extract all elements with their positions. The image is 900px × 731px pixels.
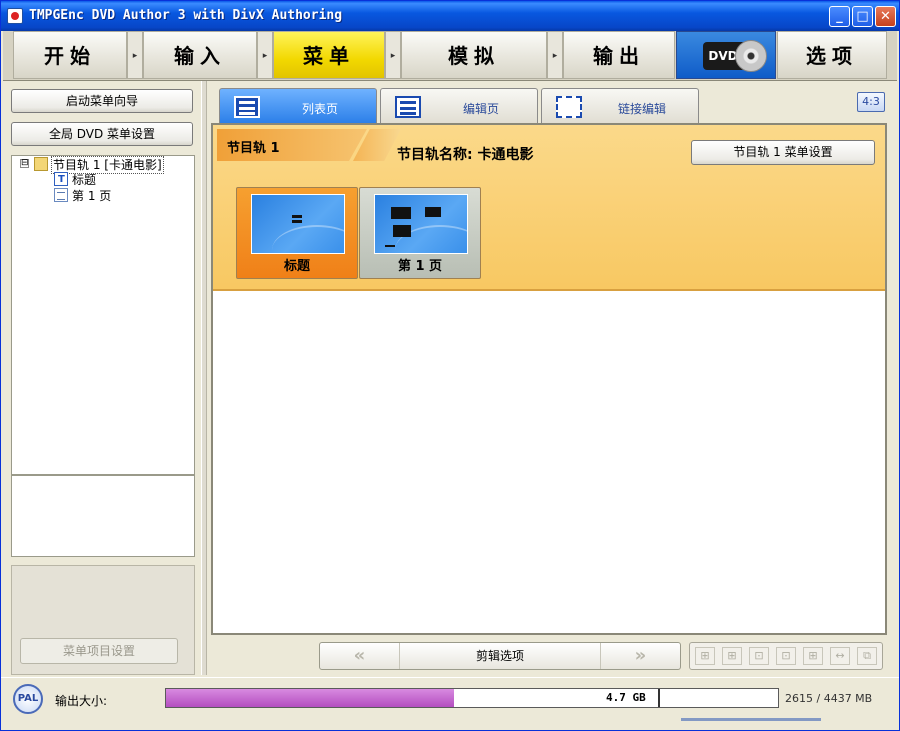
tab-label: 列表页 (302, 102, 339, 116)
next-button[interactable]: » (600, 643, 680, 669)
tree-item-label: 标题 (72, 173, 97, 187)
collapse-icon[interactable]: ⊟ (20, 159, 29, 168)
output-size-label: 输出大小: (55, 694, 108, 708)
menu-item-settings-button[interactable]: 菜单项目设置 (20, 638, 178, 664)
page-icon (54, 188, 68, 202)
tree-item-title[interactable]: 标题 (54, 172, 97, 188)
item-settings-area: 菜单项目设置 (11, 565, 195, 675)
tab-label: 编辑页 (463, 102, 500, 116)
track-menu-settings-button[interactable]: 节目轨 1 菜单设置 (691, 140, 875, 165)
tab-edit-page[interactable]: 编辑页 (380, 88, 538, 124)
track-tag-label: 节目轨 1 (227, 141, 280, 156)
app-window: TMPGEnc DVD Author 3 with DivX Authoring… (0, 0, 900, 731)
menu-list-panel: 节目轨 1 节目轨名称: 卡通电影 节目轨 1 菜单设置 标题 第 1 页 (211, 123, 887, 635)
layout-tools: ⊞ ⊞ ⊡ ⊡ ⊞ ↔ ⧉ (689, 642, 883, 670)
output-size-fill (166, 689, 454, 707)
capacity-label: 4.7 GB (606, 691, 646, 704)
step-menu[interactable]: 菜单 (273, 31, 385, 79)
step-navigation: 开始 ▸ 输入 ▸ 菜单 ▸ 模拟 ▸ 输出 DVD 选项 (3, 31, 897, 81)
folder-icon (34, 157, 48, 171)
step-arrow-icon: ▸ (127, 31, 143, 79)
disc-icon (735, 40, 767, 72)
pal-format-button[interactable]: PAL (13, 684, 43, 714)
track-name: 节目轨名称: 卡通电影 (397, 147, 534, 163)
tab-label: 链接编辑 (618, 102, 667, 116)
link-expand-icon (556, 96, 582, 118)
split-icon[interactable]: ⊞ (803, 647, 823, 665)
output-size-bar: 4.7 GB (165, 688, 779, 708)
title-icon (54, 172, 68, 188)
tree-item-label: 第 1 页 (72, 189, 112, 203)
window-title: TMPGEnc DVD Author 3 with DivX Authoring (29, 8, 343, 23)
step-options[interactable]: 选项 (777, 31, 887, 79)
thumbnail-label: 第 1 页 (397, 259, 443, 274)
clip-options-button[interactable]: 剪辑选项 (400, 643, 600, 669)
capacity-marker (658, 689, 660, 707)
minimize-button[interactable]: _ (829, 6, 850, 27)
tree-item-page-1[interactable]: 第 1 页 (54, 188, 112, 204)
clip-nav-bar: « 剪辑选项 » (319, 642, 681, 670)
duplicate-icon[interactable]: ⧉ (857, 647, 877, 665)
aspect-ratio-button[interactable]: 4:3 (857, 92, 885, 112)
status-bar: PAL 输出大小: 4.7 GB 2615 / 4437 MB (1, 677, 899, 730)
menu-wizard-button[interactable]: 启动菜单向导 (11, 89, 193, 113)
grid-small-icon[interactable]: ⊞ (722, 647, 742, 665)
grid-icon[interactable]: ⊞ (695, 647, 715, 665)
tree-item-track[interactable]: 节目轨 1 [卡通电影] (34, 156, 164, 174)
step-input[interactable]: 输入 (143, 31, 257, 79)
list-icon (234, 96, 260, 118)
step-start[interactable]: 开始 (13, 31, 127, 79)
property-panel (11, 475, 195, 557)
status-line (681, 718, 821, 721)
stretch-horizontal-icon[interactable]: ↔ (830, 647, 850, 665)
tab-list-page[interactable]: 列表页 (219, 88, 377, 124)
menu-tree: ⊟ 节目轨 1 [卡通电影] 标题 第 1 页 (11, 155, 195, 475)
tab-link-edit[interactable]: 链接编辑 (541, 88, 699, 124)
thumbnail-label: 标题 (283, 259, 310, 274)
step-dvd[interactable]: DVD (676, 31, 776, 79)
splitter[interactable] (201, 81, 207, 675)
step-arrow-icon: ▸ (547, 31, 563, 79)
close-button[interactable]: ✕ (875, 6, 896, 27)
thumbnail-image (374, 194, 468, 254)
app-icon (7, 8, 23, 24)
align-bottom-icon[interactable]: ⊡ (776, 647, 796, 665)
track-band: 节目轨 1 节目轨名称: 卡通电影 节目轨 1 菜单设置 标题 第 1 页 (213, 125, 885, 291)
thumbnail-page-1[interactable]: 第 1 页 (359, 187, 481, 279)
step-arrow-icon: ▸ (385, 31, 401, 79)
thumbnail-image (251, 194, 345, 254)
step-arrow-icon: ▸ (257, 31, 273, 79)
global-dvd-menu-settings-button[interactable]: 全局 DVD 菜单设置 (11, 122, 193, 146)
step-output[interactable]: 输出 (563, 31, 675, 79)
step-simulate[interactable]: 模拟 (401, 31, 547, 79)
thumbnail-title[interactable]: 标题 (236, 187, 358, 279)
maximize-button[interactable]: □ (852, 6, 873, 27)
usage-readout: 2615 / 4437 MB (785, 692, 873, 705)
title-bar: TMPGEnc DVD Author 3 with DivX Authoring… (1, 1, 899, 31)
align-top-icon[interactable]: ⊡ (749, 647, 769, 665)
edit-grid-icon (395, 96, 421, 118)
prev-button[interactable]: « (320, 643, 400, 669)
